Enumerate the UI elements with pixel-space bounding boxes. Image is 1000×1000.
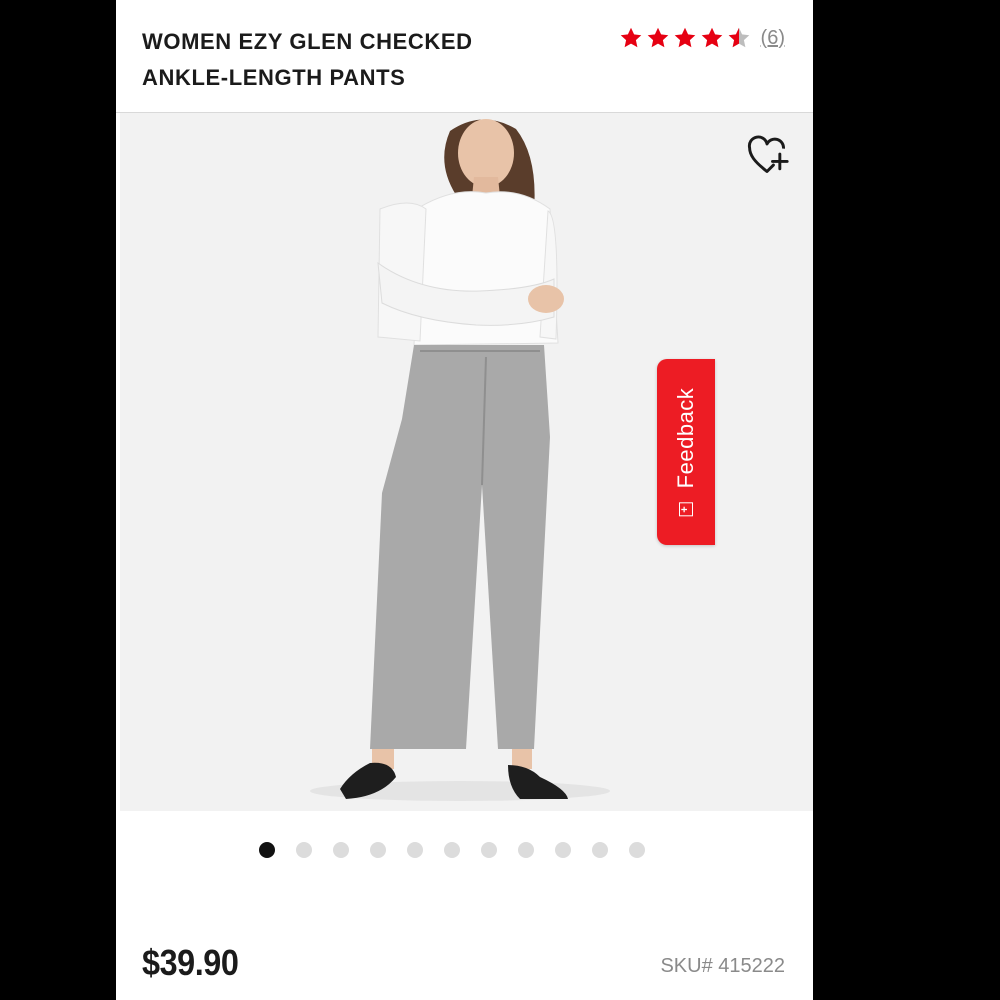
carousel-dot[interactable] xyxy=(444,842,460,858)
star-icon xyxy=(620,27,641,48)
heart-plus-icon[interactable] xyxy=(745,133,789,177)
feedback-tab[interactable]: + Feedback xyxy=(657,359,715,545)
product-price: $39.90 xyxy=(142,942,239,983)
carousel-dot[interactable] xyxy=(407,842,423,858)
rating-stars xyxy=(619,26,751,50)
carousel-dot[interactable] xyxy=(629,842,645,858)
carousel-dot[interactable] xyxy=(518,842,534,858)
product-page: WOMEN EZY GLEN CHECKED ANKLE-LENGTH PANT… xyxy=(116,0,813,1000)
product-image-carousel[interactable]: + Feedback xyxy=(120,113,813,811)
product-header: WOMEN EZY GLEN CHECKED ANKLE-LENGTH PANT… xyxy=(116,0,813,113)
star-icon xyxy=(674,27,695,48)
feedback-plus-icon: + xyxy=(679,502,693,517)
review-count-link[interactable]: (6) xyxy=(761,27,785,50)
carousel-dot[interactable] xyxy=(370,842,386,858)
feedback-label: Feedback xyxy=(673,387,698,489)
product-sku: SKU# 415222 xyxy=(660,955,785,977)
product-title: WOMEN EZY GLEN CHECKED ANKLE-LENGTH PANT… xyxy=(142,29,473,90)
carousel-dot[interactable] xyxy=(333,842,349,858)
carousel-dot[interactable] xyxy=(296,842,312,858)
carousel-pagination xyxy=(259,842,645,858)
carousel-dot[interactable] xyxy=(592,842,608,858)
carousel-dot[interactable] xyxy=(555,842,571,858)
star-icon xyxy=(647,27,668,48)
star-icon xyxy=(701,27,722,48)
rating[interactable]: (6) xyxy=(619,26,785,50)
carousel-dot[interactable] xyxy=(259,842,275,858)
carousel-dot[interactable] xyxy=(481,842,497,858)
half-star-icon xyxy=(728,27,749,48)
